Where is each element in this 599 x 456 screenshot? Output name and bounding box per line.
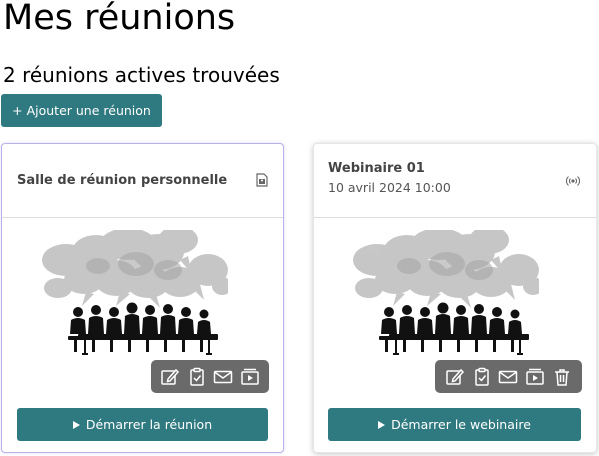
meeting-actions-toolbar: [435, 360, 582, 393]
mail-icon[interactable]: [212, 366, 234, 388]
meeting-illustration: [42, 230, 228, 355]
start-meeting-button[interactable]: Démarrer la réunion: [17, 408, 268, 441]
results-count: 2 réunions actives trouvées: [3, 63, 280, 87]
add-meeting-button[interactable]: + Ajouter une réunion: [1, 94, 162, 127]
meeting-date: 10 avril 2024 10:00: [328, 180, 451, 195]
card-header: Webinaire 01 10 avril 2024 10:00: [314, 144, 596, 218]
presentation-icon[interactable]: [239, 366, 261, 388]
presentation-icon[interactable]: [524, 366, 546, 388]
meeting-title: Webinaire 01: [328, 161, 425, 176]
broadcast-icon: [566, 172, 580, 191]
meeting-actions-toolbar: [151, 360, 269, 393]
mail-icon[interactable]: [497, 366, 519, 388]
clipboard-check-icon[interactable]: [186, 366, 208, 388]
start-webinar-button[interactable]: Démarrer le webinaire: [328, 408, 581, 441]
edit-icon[interactable]: [444, 366, 466, 388]
card-header: Salle de réunion personnelle: [2, 144, 283, 218]
meeting-card-webinar[interactable]: Webinaire 01 10 avril 2024 10:00 Démarre…: [313, 143, 597, 453]
clipboard-check-icon[interactable]: [471, 366, 493, 388]
start-webinar-label: Démarrer le webinaire: [391, 417, 531, 432]
page-title: Mes réunions: [3, 0, 236, 38]
trash-icon[interactable]: [551, 366, 573, 388]
meeting-card-personal-room[interactable]: Salle de réunion personnelle Démarrer la…: [1, 143, 284, 453]
start-meeting-label: Démarrer la réunion: [85, 417, 213, 432]
meeting-title: Salle de réunion personnelle: [17, 173, 228, 188]
edit-icon[interactable]: [159, 366, 181, 388]
play-icon: [378, 420, 386, 429]
document-icon: [256, 172, 268, 191]
play-icon: [72, 420, 80, 429]
meeting-illustration: [353, 230, 539, 355]
